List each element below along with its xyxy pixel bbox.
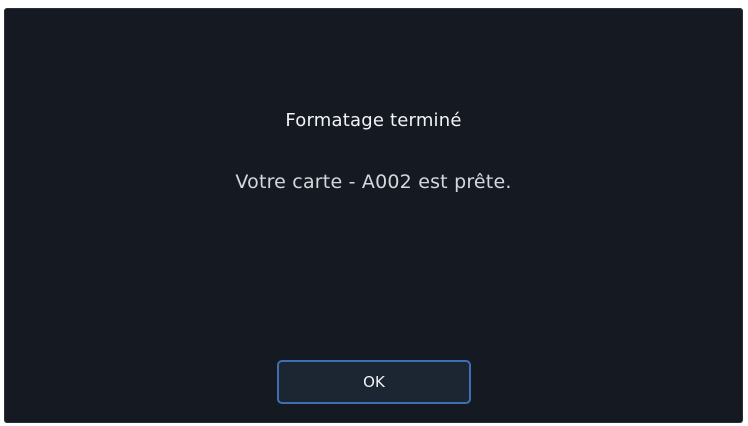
- ok-button[interactable]: OK: [277, 360, 471, 404]
- dialog-title: Formatage terminé: [285, 110, 462, 131]
- format-complete-dialog: Formatage terminé Votre carte - A002 est…: [5, 9, 742, 422]
- dialog-message: Votre carte - A002 est prête.: [235, 171, 512, 193]
